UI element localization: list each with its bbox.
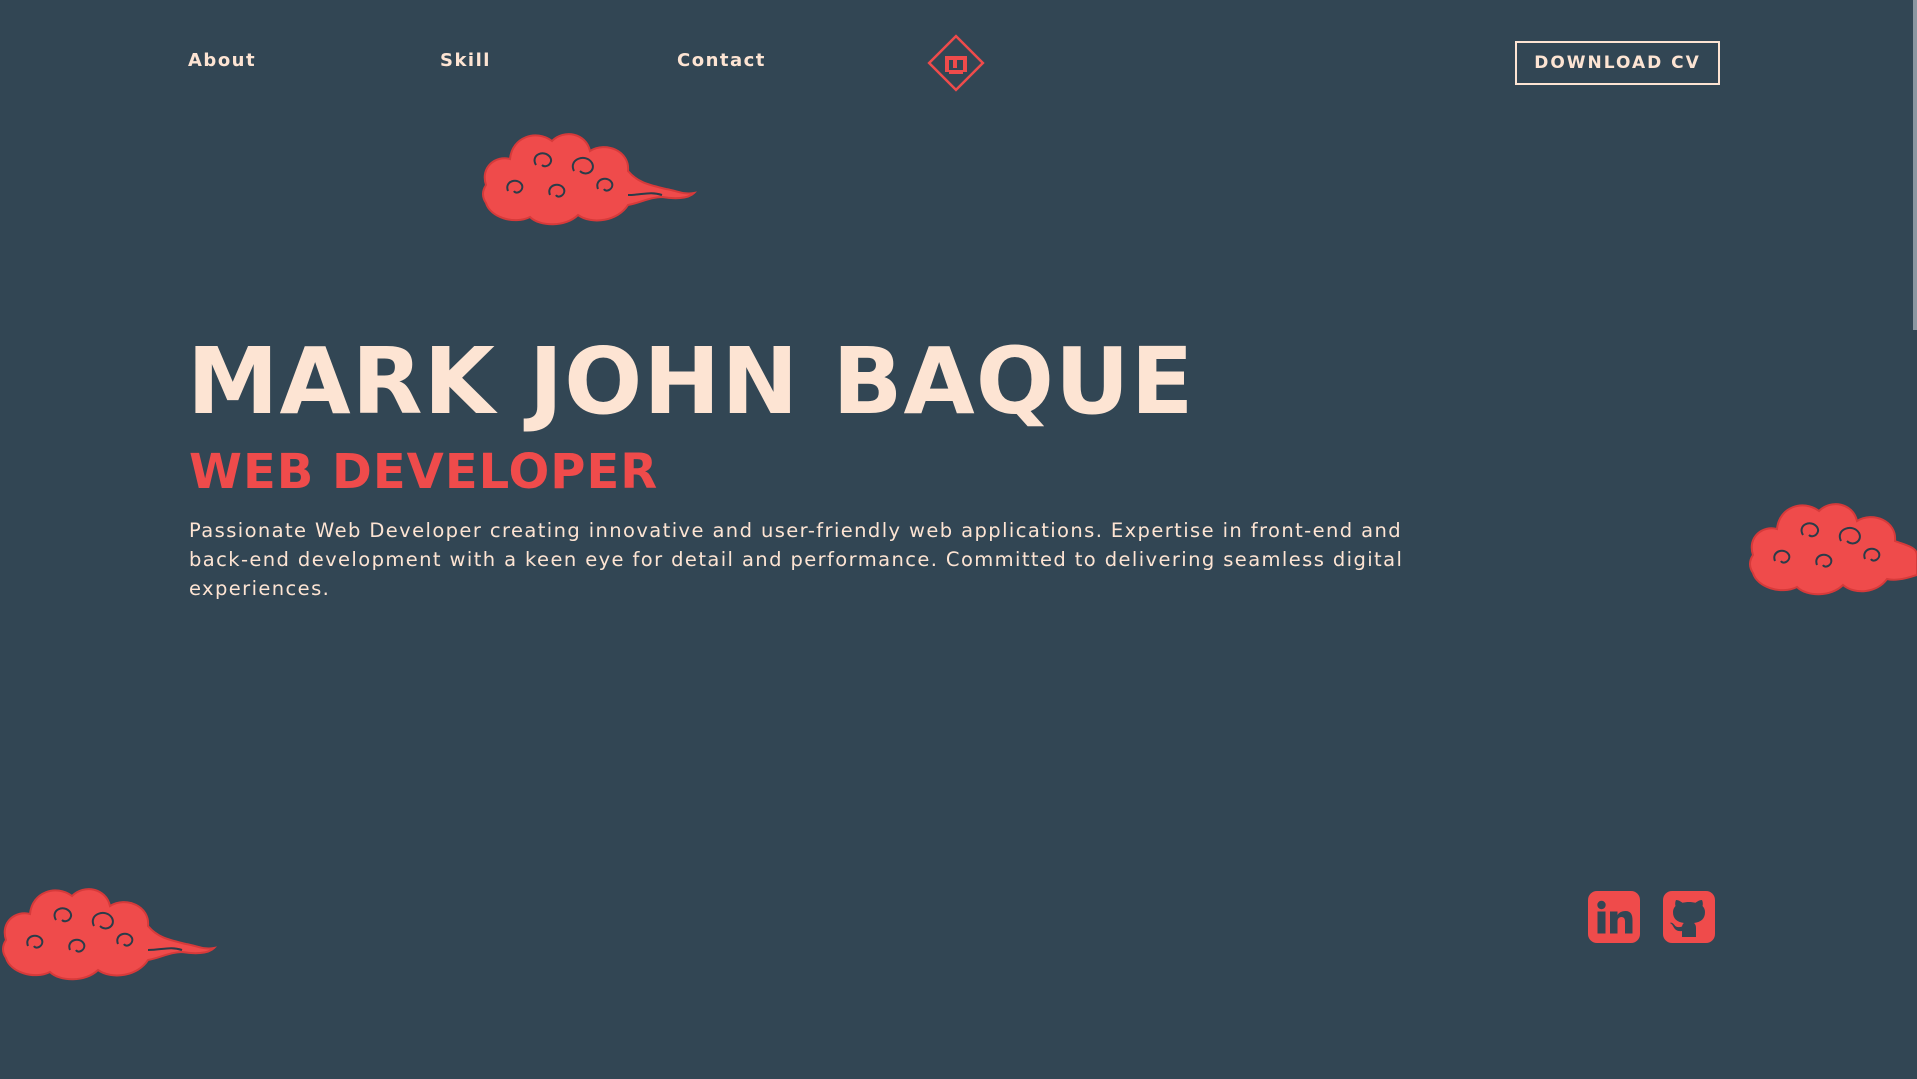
- hero-role-subheading: WEB DEVELOPER: [189, 444, 659, 500]
- diamond-monogram-logo-icon[interactable]: [925, 32, 987, 94]
- cloud-decoration-icon: [2, 888, 218, 981]
- cloud-decoration-icon: [1749, 503, 1917, 596]
- hero-description: Passionate Web Developer creating innova…: [189, 519, 1404, 600]
- nav-link-about[interactable]: About: [188, 50, 256, 71]
- linkedin-icon[interactable]: [1587, 890, 1641, 944]
- scrollbar-thumb[interactable]: [1913, 0, 1917, 330]
- hero-name-heading: MARK JOHN BAQUE: [187, 328, 1195, 435]
- nav-link-skill[interactable]: Skill: [440, 50, 491, 71]
- cloud-decoration-icon: [482, 133, 698, 226]
- download-cv-button[interactable]: DOWNLOAD CV: [1515, 41, 1720, 85]
- github-icon[interactable]: [1662, 890, 1716, 944]
- nav-link-contact[interactable]: Contact: [677, 50, 766, 71]
- portfolio-page: About Skill Contact DOWNLOAD CV MARK JOH…: [0, 0, 1917, 1079]
